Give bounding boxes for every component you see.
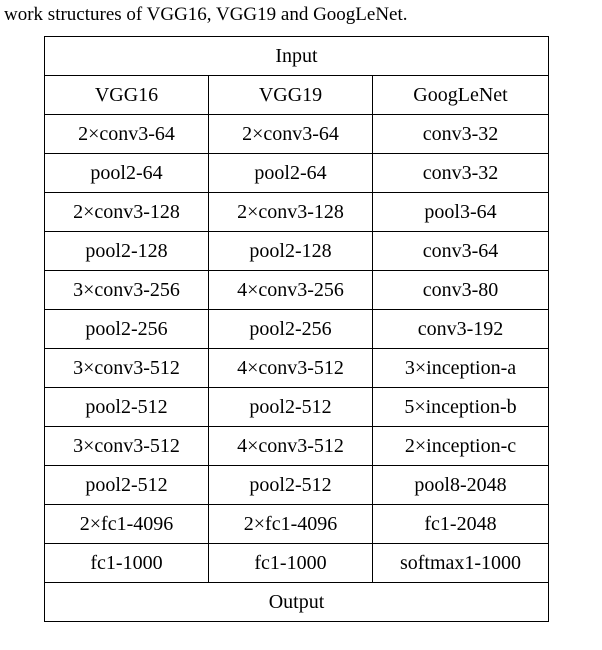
cell: pool2-64 [209,154,373,193]
cell: pool2-512 [209,466,373,505]
cell: 4×conv3-512 [209,427,373,466]
table-row: pool2-512 pool2-512 pool8-2048 [45,466,549,505]
cell: pool2-256 [209,310,373,349]
table-row: 2×conv3-128 2×conv3-128 pool3-64 [45,193,549,232]
cell: 2×conv3-64 [45,115,209,154]
cell: 3×conv3-256 [45,271,209,310]
table-row: pool2-512 pool2-512 5×inception-b [45,388,549,427]
cell: 2×fc1-4096 [209,505,373,544]
cell: 2×conv3-128 [45,193,209,232]
col-head-vgg19: VGG19 [209,76,373,115]
cell: fc1-1000 [209,544,373,583]
cell: fc1-2048 [373,505,549,544]
cell: conv3-32 [373,115,549,154]
cell: pool2-128 [45,232,209,271]
cell: pool2-512 [209,388,373,427]
cell: pool2-512 [45,466,209,505]
cell: conv3-32 [373,154,549,193]
cell: conv3-64 [373,232,549,271]
cell: pool2-512 [45,388,209,427]
cell: pool2-128 [209,232,373,271]
table-row: fc1-1000 fc1-1000 softmax1-1000 [45,544,549,583]
cell: 4×conv3-512 [209,349,373,388]
cell: pool2-256 [45,310,209,349]
cell: pool3-64 [373,193,549,232]
table-row: Output [45,583,549,622]
cell: pool8-2048 [373,466,549,505]
cell: pool2-64 [45,154,209,193]
cell: conv3-80 [373,271,549,310]
cell: 2×conv3-128 [209,193,373,232]
network-structure-table: Input VGG16 VGG19 GoogLeNet 2×conv3-64 2… [44,36,549,622]
table-caption: work structures of VGG16, VGG19 and Goog… [4,4,602,26]
cell: 2×fc1-4096 [45,505,209,544]
table-row: 3×conv3-512 4×conv3-512 2×inception-c [45,427,549,466]
col-head-googlenet: GoogLeNet [373,76,549,115]
cell: 3×inception-a [373,349,549,388]
cell: fc1-1000 [45,544,209,583]
col-head-vgg16: VGG16 [45,76,209,115]
table-row: pool2-128 pool2-128 conv3-64 [45,232,549,271]
table-row: pool2-256 pool2-256 conv3-192 [45,310,549,349]
cell: 2×conv3-64 [209,115,373,154]
cell: softmax1-1000 [373,544,549,583]
table-row: VGG16 VGG19 GoogLeNet [45,76,549,115]
table-row: 2×conv3-64 2×conv3-64 conv3-32 [45,115,549,154]
table-row: 2×fc1-4096 2×fc1-4096 fc1-2048 [45,505,549,544]
cell: 3×conv3-512 [45,349,209,388]
table-row: pool2-64 pool2-64 conv3-32 [45,154,549,193]
table-header: Input [45,37,549,76]
table-row: 3×conv3-512 4×conv3-512 3×inception-a [45,349,549,388]
cell: 5×inception-b [373,388,549,427]
cell: conv3-192 [373,310,549,349]
table-footer: Output [45,583,549,622]
cell: 4×conv3-256 [209,271,373,310]
cell: 2×inception-c [373,427,549,466]
table-row: 3×conv3-256 4×conv3-256 conv3-80 [45,271,549,310]
cell: 3×conv3-512 [45,427,209,466]
table-row: Input [45,37,549,76]
